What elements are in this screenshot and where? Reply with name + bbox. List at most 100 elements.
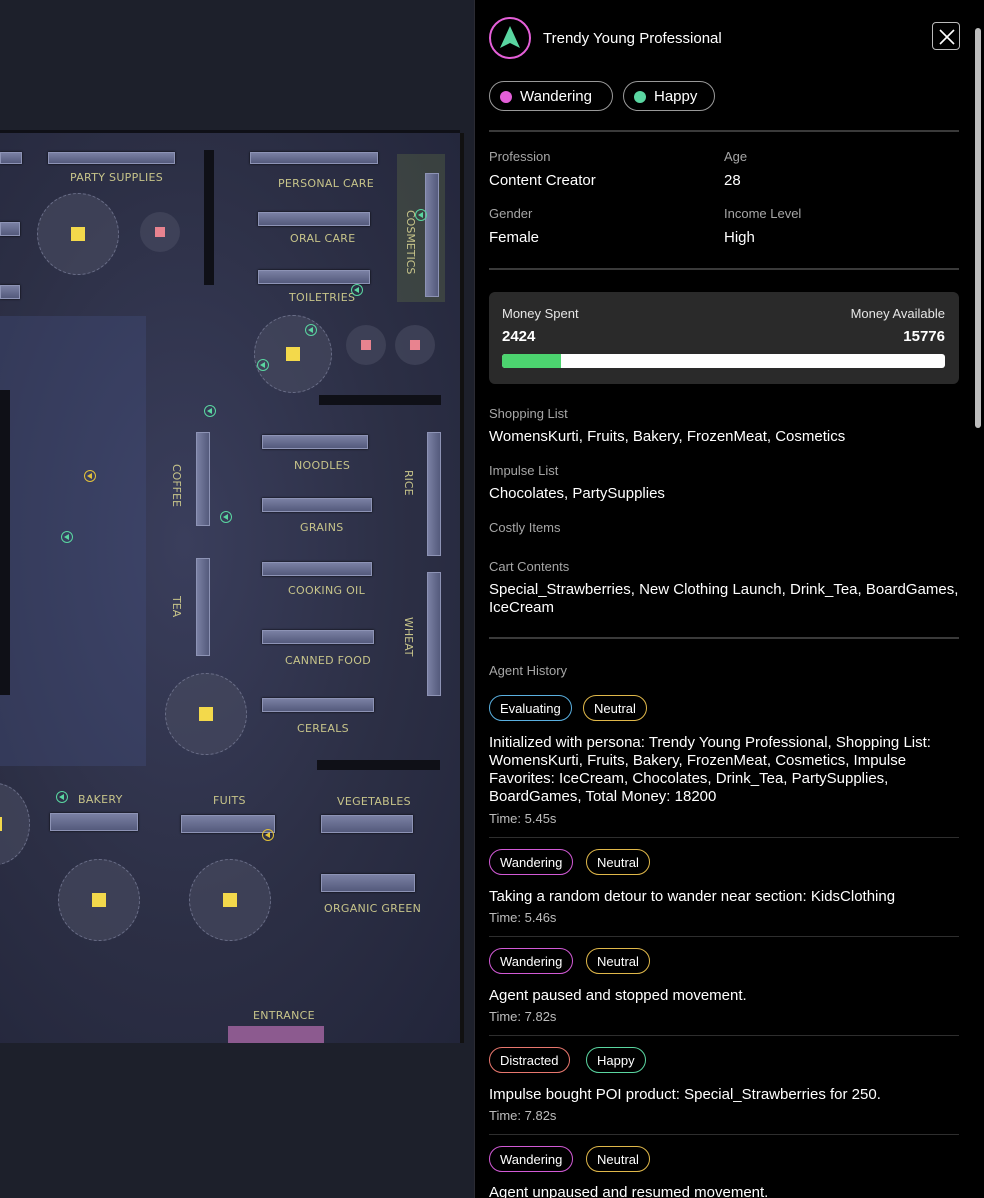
section-label-cosmetics: COSMETICS bbox=[404, 210, 417, 275]
history-text: Taking a random detour to wander near se… bbox=[489, 888, 896, 905]
cart-contents-label: Cart Contents bbox=[489, 559, 570, 574]
shelf bbox=[181, 815, 275, 833]
divider bbox=[489, 1134, 959, 1135]
state-badge-mood: Happy bbox=[623, 81, 715, 111]
poi-stand bbox=[395, 325, 435, 365]
close-button[interactable] bbox=[932, 22, 960, 50]
shelf bbox=[196, 432, 210, 526]
history-mood-tag: Neutral bbox=[586, 1146, 650, 1172]
agent-marker[interactable] bbox=[415, 209, 427, 221]
section-label-cereals: CEREALS bbox=[297, 722, 349, 735]
wall bbox=[317, 760, 440, 770]
agent-marker[interactable] bbox=[204, 405, 216, 417]
history-state-tag: Wandering bbox=[489, 948, 574, 974]
profession-label: Profession bbox=[489, 149, 551, 164]
divider bbox=[489, 637, 959, 639]
section-label-noodles: NOODLES bbox=[294, 459, 351, 472]
age-label: Age bbox=[724, 149, 748, 164]
cart-contents-value: Special_Strawberries, New Clothing Launc… bbox=[489, 581, 959, 616]
agent-marker[interactable] bbox=[220, 511, 232, 523]
section-label-toiletries: TOILETRIES bbox=[289, 291, 356, 304]
history-time: Time: 7.82s bbox=[489, 1108, 557, 1123]
shelf bbox=[427, 572, 441, 696]
history-mood-tag: Neutral bbox=[586, 849, 650, 875]
section-label-entrance: ENTRANCE bbox=[253, 1009, 315, 1022]
money-progress-fill bbox=[502, 354, 561, 368]
agent-avatar bbox=[489, 17, 531, 59]
shopping-list-value: WomensKurti, Fruits, Bakery, FrozenMeat,… bbox=[489, 428, 846, 445]
divider bbox=[489, 268, 959, 270]
section-label-cooking-oil: COOKING OIL bbox=[288, 584, 366, 597]
agent-marker[interactable] bbox=[257, 359, 269, 371]
history-mood-tag: Happy bbox=[586, 1047, 646, 1073]
agent-marker[interactable] bbox=[262, 829, 274, 841]
history-time: Time: 5.45s bbox=[489, 811, 557, 826]
agent-marker[interactable] bbox=[305, 324, 317, 336]
section-label-tea: TEA bbox=[170, 596, 183, 618]
money-progress-bar bbox=[502, 354, 945, 368]
section-label-personal-care: PERSONAL CARE bbox=[278, 177, 374, 190]
section-label-wheat: WHEAT bbox=[402, 617, 415, 657]
wall bbox=[319, 395, 441, 405]
section-label-bakery: BAKERY bbox=[78, 793, 123, 806]
poi-stand bbox=[140, 212, 180, 252]
panel-scrollbar[interactable] bbox=[975, 28, 981, 428]
section-label-canned-food: CANNED FOOD bbox=[285, 654, 371, 667]
agent-history-label: Agent History bbox=[489, 663, 568, 678]
section-label-coffee: COFFEE bbox=[170, 464, 183, 507]
wall bbox=[0, 130, 460, 133]
section-label-grains: GRAINS bbox=[300, 521, 344, 534]
shelf bbox=[262, 435, 368, 449]
agent-marker[interactable] bbox=[84, 470, 96, 482]
shelf bbox=[262, 562, 372, 576]
store-entrance bbox=[228, 1026, 324, 1043]
history-text: Agent unpaused and resumed movement. bbox=[489, 1184, 769, 1198]
agent-marker[interactable] bbox=[56, 791, 68, 803]
money-card: Money Spent Money Available 2424 15776 bbox=[489, 292, 959, 384]
display-table bbox=[189, 859, 271, 941]
money-available-label: Money Available bbox=[850, 306, 945, 321]
store-map[interactable]: PARTY SUPPLIES PERSONAL CARE ORAL CARE C… bbox=[0, 0, 474, 1198]
shelf bbox=[427, 432, 441, 556]
section-label-fuits: FUITS bbox=[213, 794, 246, 807]
shelf bbox=[258, 212, 370, 226]
income-value: High bbox=[724, 229, 755, 246]
display-table bbox=[58, 859, 140, 941]
shelf bbox=[425, 173, 439, 297]
shelf bbox=[258, 270, 370, 284]
poi-stand bbox=[346, 325, 386, 365]
shelf bbox=[0, 285, 20, 299]
section-label-oral-care: ORAL CARE bbox=[290, 232, 356, 245]
shelf bbox=[262, 698, 374, 712]
shelf bbox=[321, 815, 413, 833]
divider bbox=[489, 837, 959, 838]
state-badge-activity: Wandering bbox=[489, 81, 613, 111]
close-icon bbox=[939, 29, 955, 45]
shelf bbox=[50, 813, 138, 831]
shelf bbox=[262, 630, 374, 644]
history-state-tag: Evaluating bbox=[489, 695, 572, 721]
divider bbox=[489, 936, 959, 937]
history-mood-tag: Neutral bbox=[586, 948, 650, 974]
profession-value: Content Creator bbox=[489, 172, 596, 189]
age-value: 28 bbox=[724, 172, 741, 189]
history-mood-tag: Neutral bbox=[583, 695, 647, 721]
history-state-tag: Distracted bbox=[489, 1047, 570, 1073]
history-text: Agent paused and stopped movement. bbox=[489, 987, 747, 1004]
impulse-list-value: Chocolates, PartySupplies bbox=[489, 485, 665, 502]
income-label: Income Level bbox=[724, 206, 802, 221]
agent-name: Trendy Young Professional bbox=[543, 30, 722, 47]
history-time: Time: 7.82s bbox=[489, 1009, 557, 1024]
shelf bbox=[196, 558, 210, 656]
status-dot-icon bbox=[634, 91, 646, 103]
agent-marker[interactable] bbox=[351, 284, 363, 296]
agent-marker[interactable] bbox=[61, 531, 73, 543]
display-table bbox=[254, 315, 332, 393]
gender-label: Gender bbox=[489, 206, 533, 221]
shelf bbox=[0, 152, 22, 164]
display-table bbox=[37, 193, 119, 275]
section-label-rice: RICE bbox=[402, 470, 415, 496]
agent-detail-panel: Trendy Young Professional Wandering Happ… bbox=[474, 0, 984, 1198]
shelf bbox=[0, 222, 20, 236]
status-dot-icon bbox=[500, 91, 512, 103]
